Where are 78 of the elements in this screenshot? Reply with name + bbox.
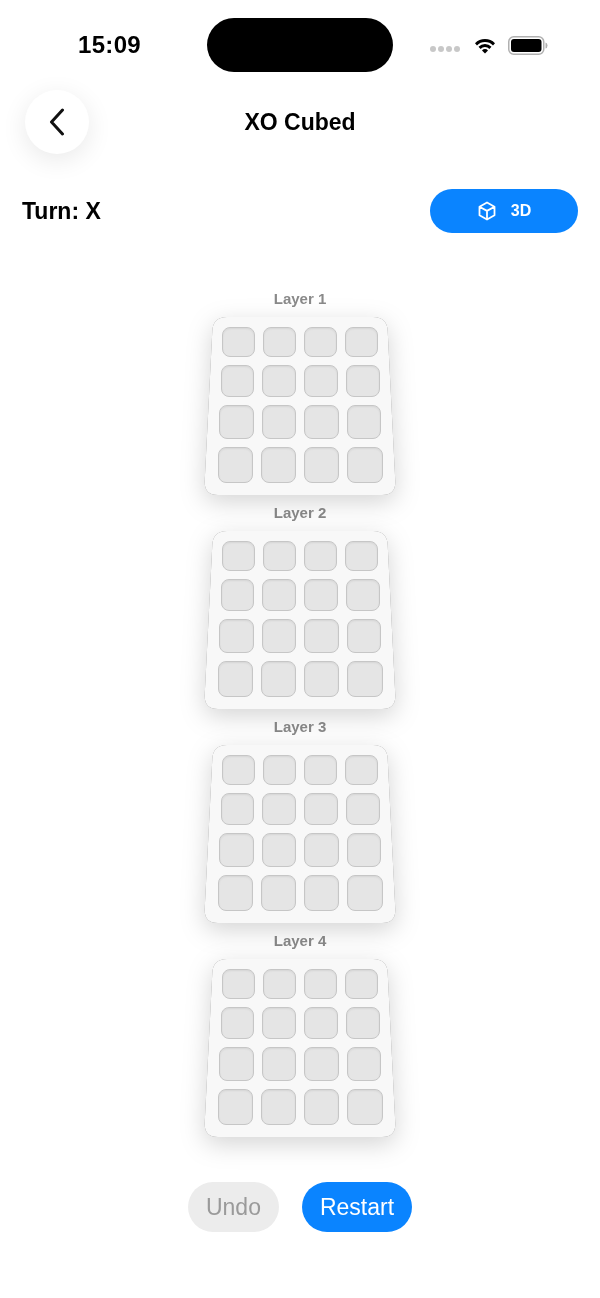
board-cell[interactable]	[222, 541, 255, 571]
board-cell[interactable]	[222, 969, 255, 999]
layer-label: Layer 4	[273, 932, 327, 950]
cube-icon	[476, 201, 497, 221]
board-cell[interactable]	[347, 661, 383, 697]
board-cell[interactable]	[219, 1047, 254, 1081]
board-cell[interactable]	[304, 969, 337, 999]
board-cell[interactable]	[260, 447, 296, 483]
board-cell[interactable]	[304, 405, 339, 439]
board-cell[interactable]	[219, 405, 254, 439]
board-cell[interactable]	[304, 327, 337, 357]
board-cell[interactable]	[217, 661, 253, 697]
board-cell[interactable]	[261, 405, 296, 439]
board-cell[interactable]	[345, 541, 378, 571]
board-cell[interactable]	[222, 755, 255, 785]
board-cell[interactable]	[304, 661, 340, 697]
board-cell[interactable]	[263, 755, 296, 785]
board-cell[interactable]	[304, 1089, 340, 1125]
board-cell[interactable]	[217, 1089, 253, 1125]
screen-title: XO Cubed	[244, 108, 356, 136]
board-cell[interactable]	[219, 833, 254, 867]
board-cell[interactable]	[346, 1047, 381, 1081]
board-cell[interactable]	[345, 365, 380, 397]
board-cell[interactable]	[217, 875, 253, 911]
board-cell[interactable]	[222, 327, 255, 357]
board-cell[interactable]	[263, 969, 296, 999]
board-cell[interactable]	[304, 447, 340, 483]
board-cell[interactable]	[304, 1047, 339, 1081]
wifi-icon	[474, 36, 496, 54]
layer-label: Layer 3	[273, 718, 327, 736]
board-cell[interactable]	[345, 793, 380, 825]
board-cell[interactable]	[260, 875, 296, 911]
board-cell[interactable]	[345, 1007, 380, 1039]
board-cell[interactable]	[260, 661, 296, 697]
board-cell[interactable]	[262, 1007, 296, 1039]
board-cell[interactable]	[263, 541, 296, 571]
board-cell[interactable]	[304, 619, 339, 653]
board-cell[interactable]	[217, 447, 253, 483]
board-cell[interactable]	[304, 541, 337, 571]
board-cell[interactable]	[262, 365, 296, 397]
battery-icon	[508, 35, 548, 55]
status-time: 15:09	[78, 30, 141, 60]
signal-icon	[430, 45, 460, 52]
board-cell[interactable]	[304, 365, 338, 397]
restart-button[interactable]: Restart	[301, 1182, 413, 1232]
board-cell[interactable]	[263, 327, 296, 357]
board-cell[interactable]	[347, 447, 383, 483]
board-cell[interactable]	[261, 1047, 296, 1081]
board-cell[interactable]	[304, 1007, 338, 1039]
board-cell[interactable]	[346, 405, 381, 439]
board-cell[interactable]	[345, 755, 378, 785]
board-cell[interactable]	[261, 619, 296, 653]
turn-indicator: Turn: X	[22, 197, 101, 225]
board-cell[interactable]	[304, 755, 337, 785]
board-cell[interactable]	[345, 579, 380, 611]
board-cell[interactable]	[220, 1007, 255, 1039]
board-cell[interactable]	[304, 833, 339, 867]
board-cell[interactable]	[260, 1089, 296, 1125]
layer-label: Layer 2	[273, 504, 327, 522]
board-cell[interactable]	[304, 793, 338, 825]
board-cell[interactable]	[219, 619, 254, 653]
board-cell[interactable]	[345, 327, 378, 357]
board-cell[interactable]	[220, 793, 255, 825]
board-cell[interactable]	[347, 875, 383, 911]
board-cell[interactable]	[261, 833, 296, 867]
board-cell[interactable]	[347, 1089, 383, 1125]
board-cell[interactable]	[262, 793, 296, 825]
board-cell[interactable]	[262, 579, 296, 611]
back-chevron-icon	[49, 108, 65, 136]
board-cell[interactable]	[346, 833, 381, 867]
view-3d-button[interactable]: 3D	[430, 189, 578, 233]
board-cell[interactable]	[346, 619, 381, 653]
board-cell[interactable]	[220, 365, 255, 397]
board-cell[interactable]	[220, 579, 255, 611]
layer-label: Layer 1	[273, 290, 327, 308]
board-cell[interactable]	[345, 969, 378, 999]
board-cell[interactable]	[304, 875, 340, 911]
board-cell[interactable]	[304, 579, 338, 611]
